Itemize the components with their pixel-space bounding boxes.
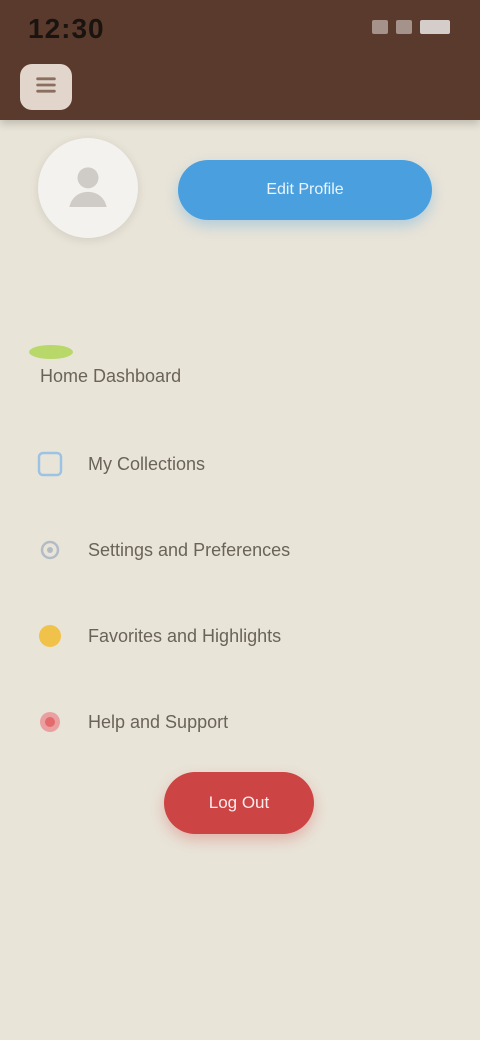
avatar[interactable] bbox=[38, 138, 138, 238]
wifi-icon bbox=[396, 20, 412, 34]
menu-item-label: Settings and Preferences bbox=[88, 539, 291, 560]
menu-item-label: Favorites and Highlights bbox=[88, 625, 282, 646]
app-screen: 12:30 Edit Profile Home Dashboard My Col… bbox=[0, 0, 480, 1040]
status-icons bbox=[372, 20, 450, 34]
menu-item-label: Home Dashboard bbox=[40, 365, 182, 386]
help-icon bbox=[30, 702, 70, 742]
leaf-icon bbox=[26, 340, 76, 362]
status-time: 12:30 bbox=[28, 13, 105, 44]
menu-icon bbox=[33, 72, 59, 103]
menu-item-label: My Collections bbox=[88, 453, 206, 474]
menu-item-label: Help and Support bbox=[88, 711, 229, 732]
logout-button[interactable]: Log Out bbox=[164, 772, 314, 834]
user-avatar-icon bbox=[60, 158, 116, 219]
status-bar: 12:30 bbox=[0, 0, 480, 56]
grid-icon bbox=[30, 444, 70, 484]
app-header: 12:30 bbox=[0, 0, 480, 120]
menu-item-settings[interactable]: Settings and Preferences bbox=[30, 520, 290, 580]
gear-icon bbox=[30, 530, 70, 570]
star-icon bbox=[30, 616, 70, 656]
menu-item-collections[interactable]: My Collections bbox=[30, 434, 205, 494]
signal-icon bbox=[372, 20, 388, 34]
menu-button[interactable] bbox=[20, 64, 72, 110]
battery-icon bbox=[420, 20, 450, 34]
edit-profile-button[interactable]: Edit Profile bbox=[178, 160, 432, 220]
menu-item-favorites[interactable]: Favorites and Highlights bbox=[30, 606, 281, 666]
menu-item-home[interactable]: Home Dashboard bbox=[29, 345, 182, 406]
menu-item-help[interactable]: Help and Support bbox=[30, 692, 228, 752]
